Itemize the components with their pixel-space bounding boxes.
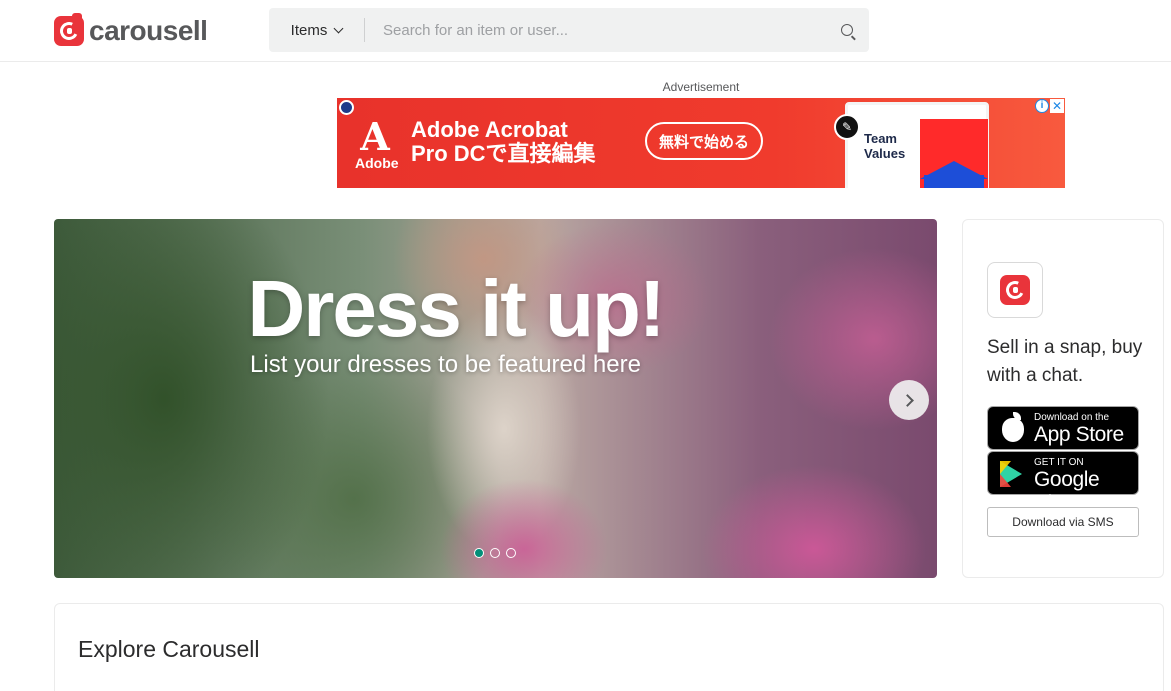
pen-icon: ✎: [834, 114, 860, 140]
google-play-icon-accent: [1000, 461, 1011, 487]
hero-title: Dress it up!: [247, 264, 665, 353]
ad-screenshot-line1: Team: [864, 131, 897, 146]
ad-screenshot-line2: Values: [864, 146, 906, 161]
ad-screenshot-house: [924, 175, 984, 188]
ad-info-icon[interactable]: i: [1035, 99, 1049, 113]
ad-screenshot: Team Values: [845, 102, 989, 188]
ad-banner[interactable]: A Adobe Adobe Acrobat Pro DCで直接編集 無料で始める…: [337, 98, 1065, 188]
chevron-right-icon: [900, 393, 914, 407]
search-icon: [841, 24, 853, 36]
ad-label: Advertisement: [662, 80, 740, 94]
ad-title-line1: Adobe Acrobat: [411, 117, 568, 142]
explore-section: Explore Carousell: [54, 603, 1164, 691]
google-play-button[interactable]: GET IT ON Google Play: [987, 451, 1139, 515]
download-sms-button[interactable]: Download via SMS: [987, 507, 1139, 537]
app-tagline: Sell in a snap, buy with a chat.: [987, 337, 1143, 386]
carousel-dot-2[interactable]: [490, 548, 500, 558]
google-play-small-text: GET IT ON: [1034, 457, 1084, 468]
carousell-logo-icon: [54, 13, 84, 46]
search-category-dropdown[interactable]: Items: [269, 8, 364, 52]
app-store-small-text: Download on the: [1034, 412, 1110, 423]
search-category-label: Items: [290, 21, 328, 39]
app-download-card: Sell in a snap, buy with a chat. Downloa…: [962, 219, 1164, 578]
apple-icon: [1002, 418, 1024, 442]
ad-screenshot-text: Team Values: [864, 131, 905, 161]
app-store-big-text: App Store: [1034, 423, 1124, 446]
carousel-dot-3[interactable]: [506, 548, 516, 558]
ad-cta-button[interactable]: 無料で始める: [645, 122, 763, 160]
carousell-app-icon: [987, 262, 1043, 318]
ad-close-icon[interactable]: ✕: [1050, 99, 1064, 113]
adobe-a-icon: A: [360, 114, 390, 159]
search-bar: Items: [269, 8, 869, 52]
app-store-button[interactable]: Download on the App Store: [987, 406, 1139, 450]
ad-privacy-icon[interactable]: [339, 100, 354, 115]
logo-text: carousell: [89, 15, 208, 46]
ad-brand: Adobe: [355, 155, 399, 171]
hero-carousel[interactable]: Dress it up! List your dresses to be fea…: [54, 219, 937, 578]
carousel-indicators: [474, 548, 516, 558]
search-input[interactable]: [365, 8, 825, 52]
ad-title-line2: Pro DCで直接編集: [411, 141, 596, 166]
adobe-logo: A Adobe: [355, 114, 399, 172]
explore-title: Explore Carousell: [78, 636, 260, 662]
hero-subtitle: List your dresses to be featured here: [250, 351, 641, 378]
carousel-next-button[interactable]: [889, 380, 929, 420]
carousell-logo[interactable]: carousell: [54, 13, 208, 47]
ad-title: Adobe Acrobat Pro DCで直接編集: [411, 118, 596, 166]
top-header: carousell Items: [0, 0, 1171, 62]
carousel-dot-1[interactable]: [474, 548, 484, 558]
chevron-down-icon: [333, 23, 344, 33]
search-button[interactable]: [825, 8, 869, 52]
